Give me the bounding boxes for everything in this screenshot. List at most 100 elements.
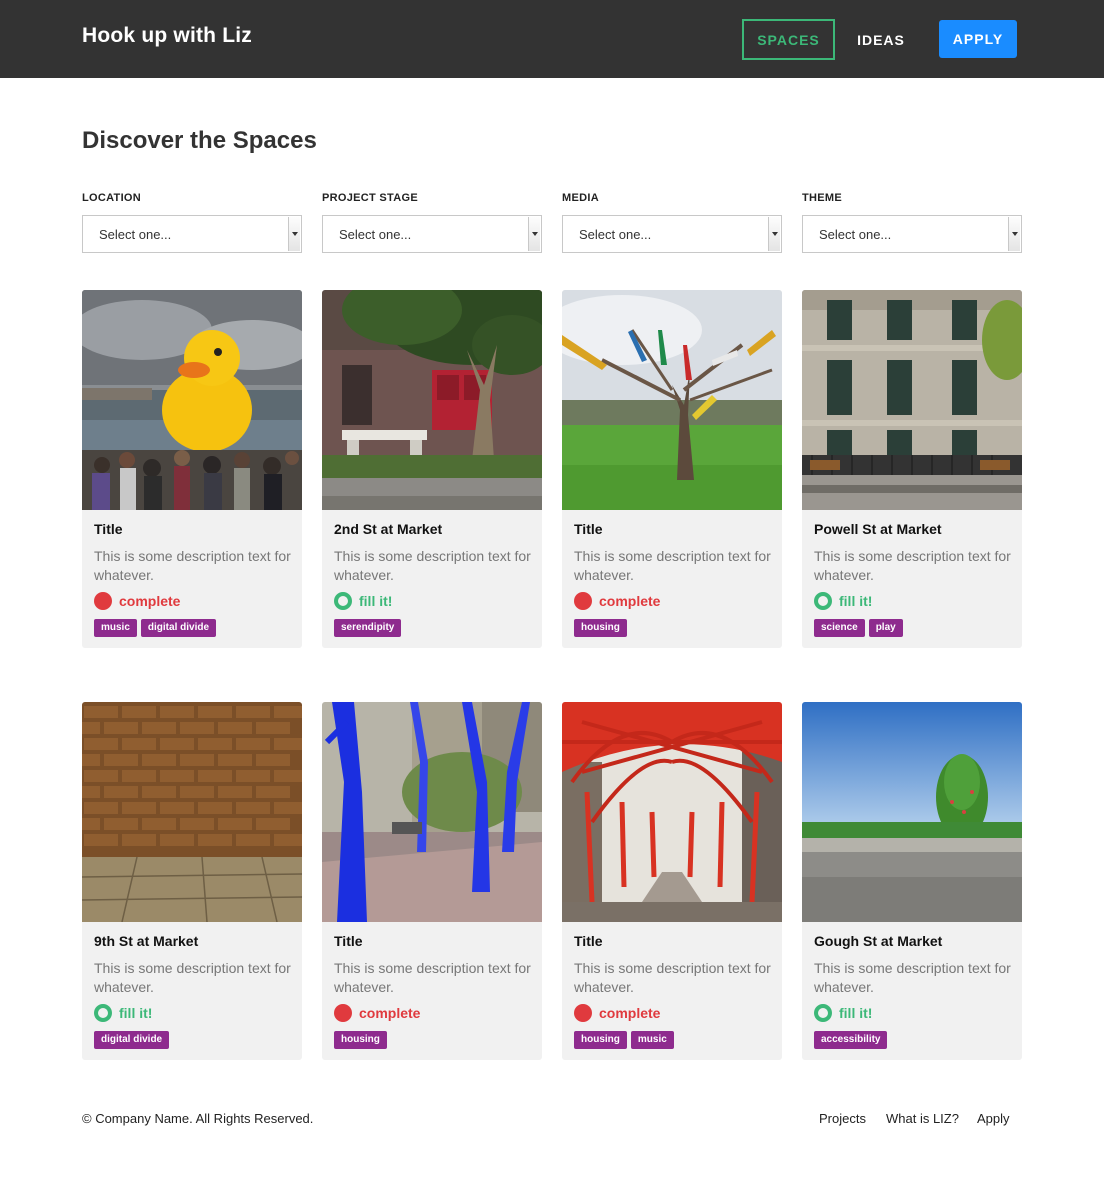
filter-label: LOCATION — [82, 192, 142, 204]
footer-link-what-is-liz[interactable]: What is LIZ? — [886, 1111, 959, 1126]
chevron-down-icon[interactable] — [768, 217, 780, 251]
card-description: This is some description text for whatev… — [334, 960, 531, 995]
card-title: Title — [94, 521, 123, 537]
copyright-text: © Company Name. All Rights Reserved. — [82, 1111, 314, 1126]
space-card[interactable]: Powell St at Market This is some descrip… — [802, 290, 1022, 648]
tag-badge[interactable]: play — [868, 619, 903, 637]
filter-label: PROJECT STAGE — [322, 192, 418, 204]
tag-badge[interactable]: housing — [574, 1031, 627, 1049]
tag-list: music digital divide — [94, 619, 217, 637]
space-card[interactable]: Title This is some description text for … — [562, 290, 782, 648]
tag-badge[interactable]: housing — [334, 1031, 387, 1049]
card-title: Title — [334, 933, 363, 949]
filled-circle-icon — [574, 592, 592, 610]
chevron-down-icon[interactable] — [288, 217, 300, 251]
tag-list: housing music — [574, 1031, 674, 1049]
status-label: complete — [359, 1005, 421, 1021]
filled-circle-icon — [334, 1004, 352, 1022]
card-description: This is some description text for whatev… — [574, 548, 771, 583]
card-title: Gough St at Market — [814, 933, 943, 949]
ring-circle-icon — [94, 1004, 112, 1022]
card-description: This is some description text for whatev… — [334, 548, 531, 583]
card-title: Title — [574, 521, 603, 537]
nav-ideas-link[interactable]: IDEAS — [846, 19, 916, 60]
tag-list: digital divide — [94, 1031, 170, 1049]
status-label: fill it! — [119, 1005, 153, 1021]
status-label: complete — [119, 593, 181, 609]
brick-wall-photo — [82, 702, 302, 922]
tag-list: housing — [574, 619, 627, 637]
building-benches-photo — [802, 290, 1022, 510]
card-title: Powell St at Market — [814, 521, 942, 537]
ring-circle-icon — [814, 1004, 832, 1022]
card-description: This is some description text for whatev… — [574, 960, 771, 995]
location-select[interactable]: Select one... — [82, 215, 302, 253]
status-complete: complete — [94, 592, 180, 610]
space-card[interactable]: Title This is some description text for … — [562, 702, 782, 1060]
brand-logo-text[interactable]: Hook up with Liz — [82, 24, 252, 48]
red-canopy-photo — [562, 702, 782, 922]
space-card[interactable]: Title This is some description text for … — [82, 290, 302, 648]
media-select[interactable]: Select one... — [562, 215, 782, 253]
tag-badge[interactable]: music — [94, 619, 137, 637]
tag-badge[interactable]: digital divide — [140, 619, 217, 637]
rubber-duck-photo — [82, 290, 302, 510]
status-label: complete — [599, 1005, 661, 1021]
top-navbar: Hook up with Liz SPACES IDEAS APPLY — [0, 0, 1104, 78]
card-description: This is some description text for whatev… — [814, 548, 1011, 583]
card-title: 2nd St at Market — [334, 521, 443, 537]
filter-label: THEME — [802, 192, 842, 204]
status-label: fill it! — [359, 593, 393, 609]
ring-circle-icon — [334, 592, 352, 610]
tag-list: science play — [814, 619, 903, 637]
status-label: fill it! — [839, 593, 873, 609]
space-card[interactable]: 9th St at Market This is some descriptio… — [82, 702, 302, 1060]
chevron-down-icon[interactable] — [1008, 217, 1020, 251]
lone-tree-photo — [802, 702, 1022, 922]
select-value: Select one... — [579, 226, 652, 242]
pencil-tree-photo — [562, 290, 782, 510]
tag-badge[interactable]: science — [814, 619, 865, 637]
tag-list: housing — [334, 1031, 387, 1049]
nav-apply-button[interactable]: APPLY — [939, 20, 1017, 58]
select-value: Select one... — [819, 226, 892, 242]
tag-badge[interactable]: music — [630, 1031, 674, 1049]
card-description: This is some description text for whatev… — [94, 548, 291, 583]
page-title: Discover the Spaces — [82, 127, 317, 154]
card-description: This is some description text for whatev… — [814, 960, 1011, 995]
ring-circle-icon — [814, 592, 832, 610]
space-card[interactable]: Gough St at Market This is some descript… — [802, 702, 1022, 1060]
status-label: complete — [599, 593, 661, 609]
chevron-down-icon[interactable] — [528, 217, 540, 251]
nav-spaces-link[interactable]: SPACES — [742, 19, 835, 60]
card-title: 9th St at Market — [94, 933, 199, 949]
space-card[interactable]: 2nd St at Market This is some descriptio… — [322, 290, 542, 648]
filter-label: MEDIA — [562, 192, 599, 204]
space-card[interactable]: Title This is some description text for … — [322, 702, 542, 1060]
tag-badge[interactable]: digital divide — [94, 1031, 170, 1049]
filled-circle-icon — [574, 1004, 592, 1022]
status-fill-it: fill it! — [334, 592, 392, 610]
tag-badge[interactable]: accessibility — [814, 1031, 888, 1049]
status-label: fill it! — [839, 1005, 873, 1021]
tag-list: accessibility — [814, 1031, 888, 1049]
project-stage-select[interactable]: Select one... — [322, 215, 542, 253]
theme-select[interactable]: Select one... — [802, 215, 1022, 253]
filled-circle-icon — [94, 592, 112, 610]
card-title: Title — [574, 933, 603, 949]
filter-project-stage: PROJECT STAGE Select one... — [322, 192, 542, 253]
filter-theme: THEME Select one... — [802, 192, 1022, 253]
tag-badge[interactable]: serendipity — [334, 619, 402, 637]
footer-link-projects[interactable]: Projects — [819, 1111, 866, 1126]
tag-badge[interactable]: housing — [574, 619, 627, 637]
tag-list: serendipity — [334, 619, 402, 637]
footer-link-apply[interactable]: Apply — [977, 1111, 1010, 1126]
select-value: Select one... — [99, 226, 172, 242]
card-description: This is some description text for whatev… — [94, 960, 291, 995]
status-fill-it: fill it! — [94, 1004, 152, 1022]
status-complete: complete — [334, 1004, 420, 1022]
filter-location: LOCATION Select one... — [82, 192, 302, 253]
status-fill-it: fill it! — [814, 592, 872, 610]
blue-trees-photo — [322, 702, 542, 922]
tree-bench-photo — [322, 290, 542, 510]
